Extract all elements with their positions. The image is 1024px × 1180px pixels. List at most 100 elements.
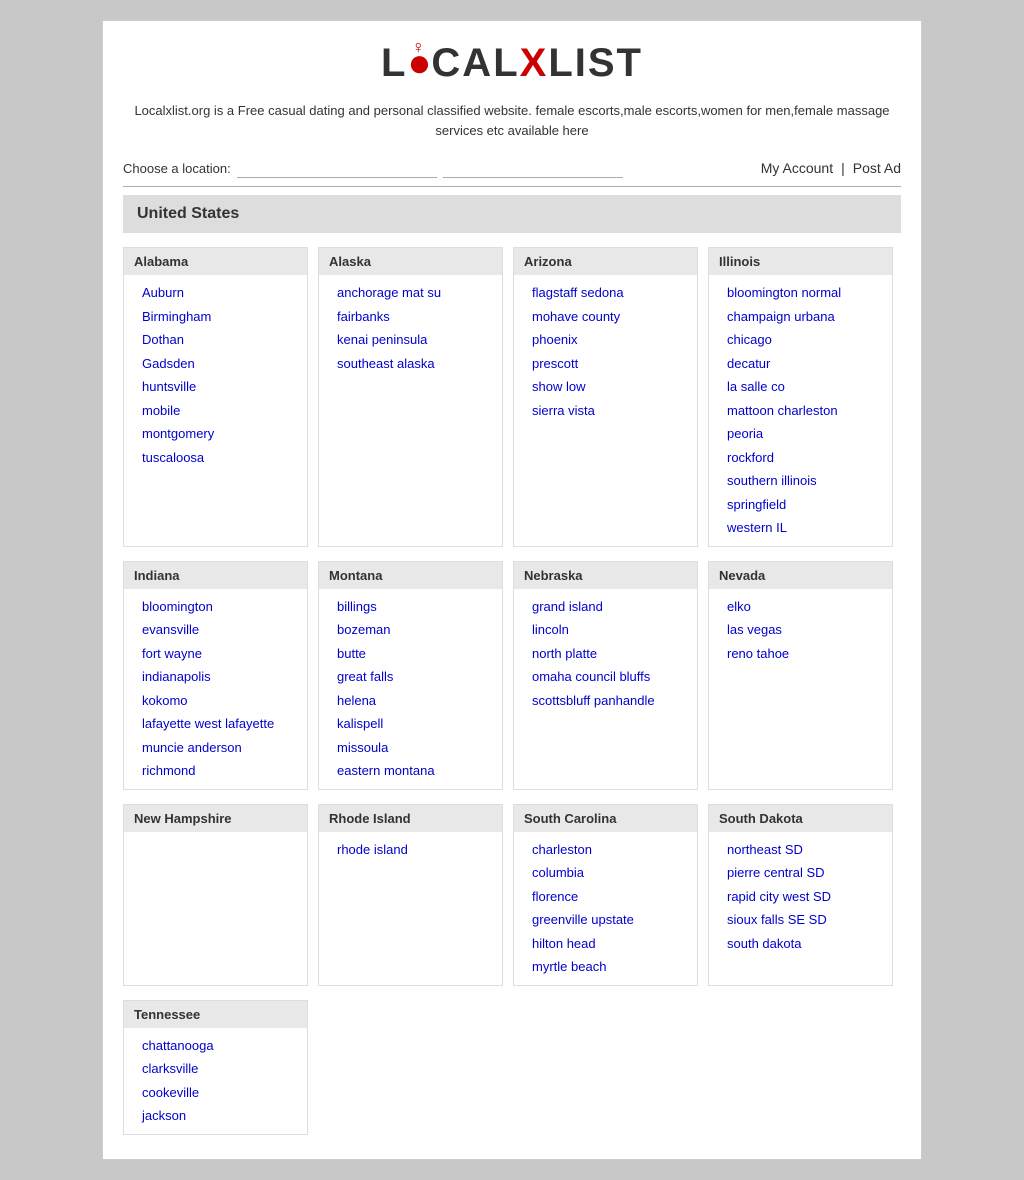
city-link[interactable]: champaign urbana — [709, 305, 892, 329]
city-link[interactable]: muncie anderson — [124, 736, 307, 760]
state-links: elkolas vegasreno tahoe — [709, 589, 892, 672]
search-input[interactable] — [443, 158, 623, 178]
state-column-montana: Montana billingsbozemanbuttegreat fallshe… — [318, 561, 503, 790]
city-link[interactable]: fairbanks — [319, 305, 502, 329]
city-link[interactable]: grand island — [514, 595, 697, 619]
state-column-nebraska: Nebraskagrand islandlincolnnorth platteo… — [513, 561, 698, 790]
account-area: My Account | Post Ad — [761, 160, 901, 176]
city-link[interactable]: omaha council bluffs — [514, 665, 697, 689]
city-link[interactable]: scottsbluff panhandle — [514, 689, 697, 713]
city-link[interactable]: myrtle beach — [514, 955, 697, 979]
city-link[interactable]: lafayette west lafayette — [124, 712, 307, 736]
state-header: Alabama — [124, 248, 307, 275]
states-grid: AlabamaAuburnBirminghamDothanGadsdenhunt… — [123, 247, 901, 1139]
state-header: Montana — [319, 562, 502, 589]
city-link[interactable]: northeast SD — [709, 838, 892, 862]
city-link[interactable]: sioux falls SE SD — [709, 908, 892, 932]
location-input[interactable] — [237, 158, 437, 178]
city-link[interactable]: show low — [514, 375, 697, 399]
state-column-south-dakota: South Dakotanortheast SDpierre central S… — [708, 804, 893, 986]
city-link[interactable]: Auburn — [124, 281, 307, 305]
city-link[interactable]: lincoln — [514, 618, 697, 642]
city-link[interactable]: sierra vista — [514, 399, 697, 423]
city-link[interactable]: helena — [319, 689, 502, 713]
city-link[interactable]: mattoon charleston — [709, 399, 892, 423]
city-link[interactable]: fort wayne — [124, 642, 307, 666]
city-link[interactable]: butte — [319, 642, 502, 666]
city-link[interactable]: flagstaff sedona — [514, 281, 697, 305]
city-link[interactable]: bloomington — [124, 595, 307, 619]
city-link[interactable]: western IL — [709, 516, 892, 540]
state-header: Nebraska — [514, 562, 697, 589]
city-link[interactable]: Birmingham — [124, 305, 307, 329]
city-link[interactable]: reno tahoe — [709, 642, 892, 666]
city-link[interactable]: rapid city west SD — [709, 885, 892, 909]
city-link[interactable]: florence — [514, 885, 697, 909]
city-link[interactable]: kalispell — [319, 712, 502, 736]
city-link[interactable]: peoria — [709, 422, 892, 446]
city-link[interactable]: southeast alaska — [319, 352, 502, 376]
city-link[interactable]: prescott — [514, 352, 697, 376]
city-link[interactable]: rhode island — [319, 838, 502, 862]
city-link[interactable]: Dothan — [124, 328, 307, 352]
state-column-nevada: Nevadaelkolas vegasreno tahoe — [708, 561, 893, 790]
city-link[interactable]: cookeville — [124, 1081, 307, 1105]
city-link[interactable]: Gadsden — [124, 352, 307, 376]
city-link[interactable]: rockford — [709, 446, 892, 470]
city-link[interactable]: la salle co — [709, 375, 892, 399]
city-link[interactable]: greenville upstate — [514, 908, 697, 932]
state-links: AuburnBirminghamDothanGadsdenhuntsvillem… — [124, 275, 307, 475]
city-link[interactable]: columbia — [514, 861, 697, 885]
city-link[interactable]: huntsville — [124, 375, 307, 399]
state-links: anchorage mat sufairbankskenai peninsula… — [319, 275, 502, 381]
city-link[interactable]: richmond — [124, 759, 307, 783]
city-link[interactable]: hilton head — [514, 932, 697, 956]
city-link[interactable]: pierre central SD — [709, 861, 892, 885]
city-link[interactable]: anchorage mat su — [319, 281, 502, 305]
city-link[interactable]: south dakota — [709, 932, 892, 956]
state-links: bloomington normalchampaign urbanachicag… — [709, 275, 892, 546]
city-link[interactable]: mobile — [124, 399, 307, 423]
state-column-indiana: Indianabloomingtonevansvillefort waynein… — [123, 561, 308, 790]
city-link[interactable]: bozeman — [319, 618, 502, 642]
city-link[interactable]: missoula — [319, 736, 502, 760]
state-column-tennessee: Tennesseechattanoogaclarksvillecookevill… — [123, 1000, 308, 1135]
city-link[interactable]: montgomery — [124, 422, 307, 446]
state-links — [124, 832, 307, 844]
city-link[interactable]: north platte — [514, 642, 697, 666]
city-link[interactable]: springfield — [709, 493, 892, 517]
city-link[interactable]: mohave county — [514, 305, 697, 329]
city-link[interactable]: decatur — [709, 352, 892, 376]
city-link[interactable]: tuscaloosa — [124, 446, 307, 470]
city-link[interactable]: kenai peninsula — [319, 328, 502, 352]
state-column-alaska: Alaskaanchorage mat sufairbankskenai pen… — [318, 247, 503, 547]
state-links: grand islandlincolnnorth platteomaha cou… — [514, 589, 697, 719]
city-link[interactable]: eastern montana — [319, 759, 502, 783]
post-ad-link[interactable]: Post Ad — [853, 160, 901, 176]
city-link[interactable]: chicago — [709, 328, 892, 352]
city-link[interactable]: great falls — [319, 665, 502, 689]
my-account-link[interactable]: My Account — [761, 160, 833, 176]
city-link[interactable]: las vegas — [709, 618, 892, 642]
state-links: chattanoogaclarksvillecookevillejackson — [124, 1028, 307, 1134]
state-header: Tennessee — [124, 1001, 307, 1028]
city-link[interactable]: indianapolis — [124, 665, 307, 689]
state-column-rhode-island: Rhode Islandrhode island — [318, 804, 503, 986]
city-link[interactable]: evansville — [124, 618, 307, 642]
city-link[interactable]: jackson — [124, 1104, 307, 1128]
state-links: flagstaff sedonamohave countyphoenixpres… — [514, 275, 697, 428]
city-link[interactable]: elko — [709, 595, 892, 619]
city-link[interactable]: billings — [319, 595, 502, 619]
city-link[interactable]: charleston — [514, 838, 697, 862]
city-link[interactable]: chattanooga — [124, 1034, 307, 1058]
state-column-illinois: Illinoisbloomington normalchampaign urba… — [708, 247, 893, 547]
state-column-new-hampshire: New Hampshire — [123, 804, 308, 986]
city-link[interactable]: clarksville — [124, 1057, 307, 1081]
city-link[interactable]: kokomo — [124, 689, 307, 713]
city-link[interactable]: southern illinois — [709, 469, 892, 493]
city-link[interactable]: phoenix — [514, 328, 697, 352]
state-header: New Hampshire — [124, 805, 307, 832]
location-label: Choose a location: — [123, 161, 231, 176]
city-link[interactable]: bloomington normal — [709, 281, 892, 305]
state-column-alabama: AlabamaAuburnBirminghamDothanGadsdenhunt… — [123, 247, 308, 547]
